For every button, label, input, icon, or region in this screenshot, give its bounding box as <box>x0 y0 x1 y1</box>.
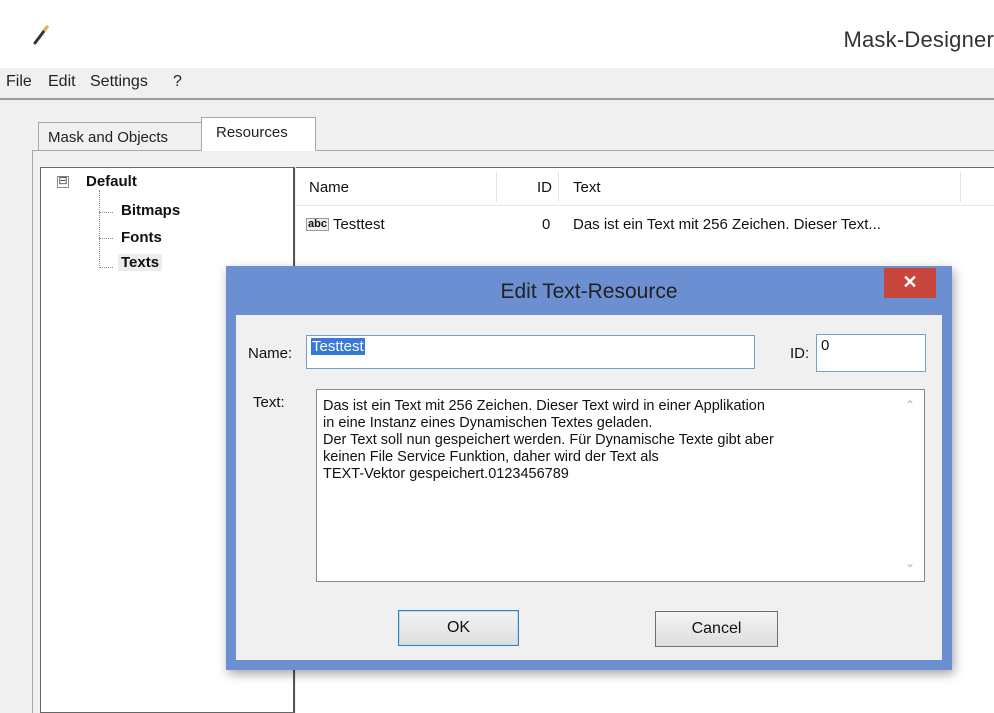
row-name: Testtest <box>332 216 385 233</box>
scroll-up-icon[interactable]: ⌃ <box>899 398 921 416</box>
menu-bar: File Edit Settings ? <box>0 68 994 100</box>
tree-item-fonts[interactable]: Fonts <box>118 229 165 246</box>
menu-settings[interactable]: Settings <box>90 73 148 91</box>
tree-item-bitmaps[interactable]: Bitmaps <box>118 202 183 219</box>
menu-help[interactable]: ? <box>173 73 182 91</box>
name-label: Name: <box>248 345 293 362</box>
tree-item-texts[interactable]: Texts <box>118 254 163 271</box>
column-header-text[interactable]: Text <box>573 179 601 196</box>
title-bar: Mask-Designer <box>0 0 994 68</box>
tab-resources[interactable]: Resources <box>201 117 316 151</box>
dialog-title: Edit Text-Resource <box>500 280 678 303</box>
id-label: ID: <box>790 345 810 362</box>
name-input-selection: Testtest <box>311 338 365 355</box>
tree-connector <box>99 267 113 268</box>
tree-collapse-toggle[interactable]: ⊟ <box>57 176 69 188</box>
window-title: Mask-Designer <box>843 27 994 52</box>
text-area[interactable]: Das ist ein Text mit 256 Zeichen. Dieser… <box>316 389 925 582</box>
column-header-id[interactable]: ID <box>537 179 552 196</box>
table-row[interactable]: abc Testtest <box>306 216 385 233</box>
menu-file[interactable]: File <box>6 73 32 91</box>
row-text: Das ist ein Text mit 256 Zeichen. Dieser… <box>573 216 881 233</box>
pencil-icon <box>33 25 49 45</box>
text-area-content: Das ist ein Text mit 256 Zeichen. Dieser… <box>323 398 774 482</box>
column-separator[interactable] <box>960 172 961 202</box>
scroll-down-icon[interactable]: ⌄ <box>899 556 921 574</box>
tab-mask-and-objects[interactable]: Mask and Objects <box>38 122 202 150</box>
tree-connector <box>99 238 113 239</box>
text-resource-icon: abc <box>306 218 329 231</box>
row-id: 0 <box>542 216 551 233</box>
name-input[interactable]: Testtest <box>306 335 755 369</box>
tree-connector <box>99 190 100 268</box>
column-header-name[interactable]: Name <box>309 179 349 196</box>
column-separator[interactable] <box>496 172 497 202</box>
column-separator[interactable] <box>558 172 559 202</box>
cancel-button[interactable]: Cancel <box>655 611 778 647</box>
tree-item-default[interactable]: Default <box>86 173 137 190</box>
tree-connector <box>99 212 113 213</box>
close-button[interactable]: ✕ <box>884 268 936 298</box>
id-input[interactable]: 0 <box>816 334 926 372</box>
ok-button[interactable]: OK <box>398 610 519 646</box>
list-header: Name ID Text <box>296 168 994 206</box>
menu-edit[interactable]: Edit <box>48 73 76 91</box>
text-label: Text: <box>253 394 285 411</box>
